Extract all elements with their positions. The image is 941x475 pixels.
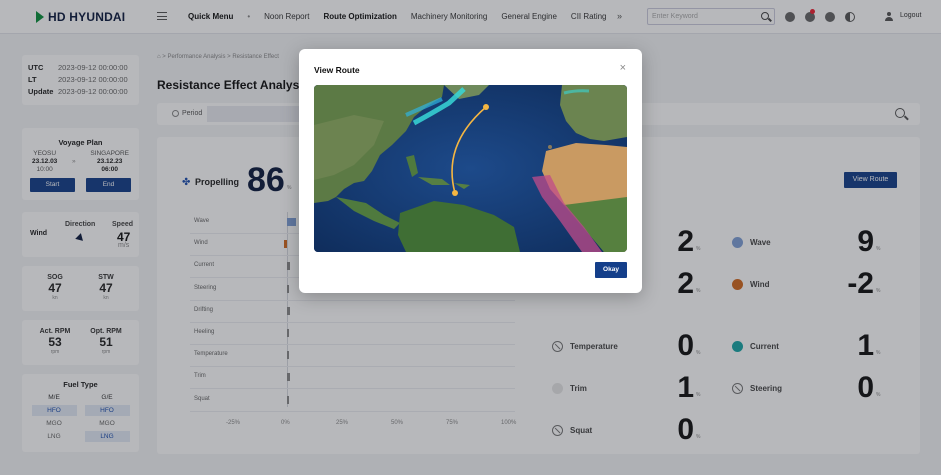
route-map-svg: [314, 85, 627, 252]
canary-islands: [548, 145, 552, 149]
modal-title: View Route: [314, 65, 360, 75]
okay-button[interactable]: Okay: [595, 262, 627, 278]
close-icon[interactable]: ×: [620, 63, 626, 74]
view-route-modal: View Route × Okay: [299, 49, 642, 293]
route-end-marker[interactable]: [483, 104, 489, 110]
route-map[interactable]: [314, 85, 627, 252]
route-start-marker[interactable]: [452, 190, 458, 196]
